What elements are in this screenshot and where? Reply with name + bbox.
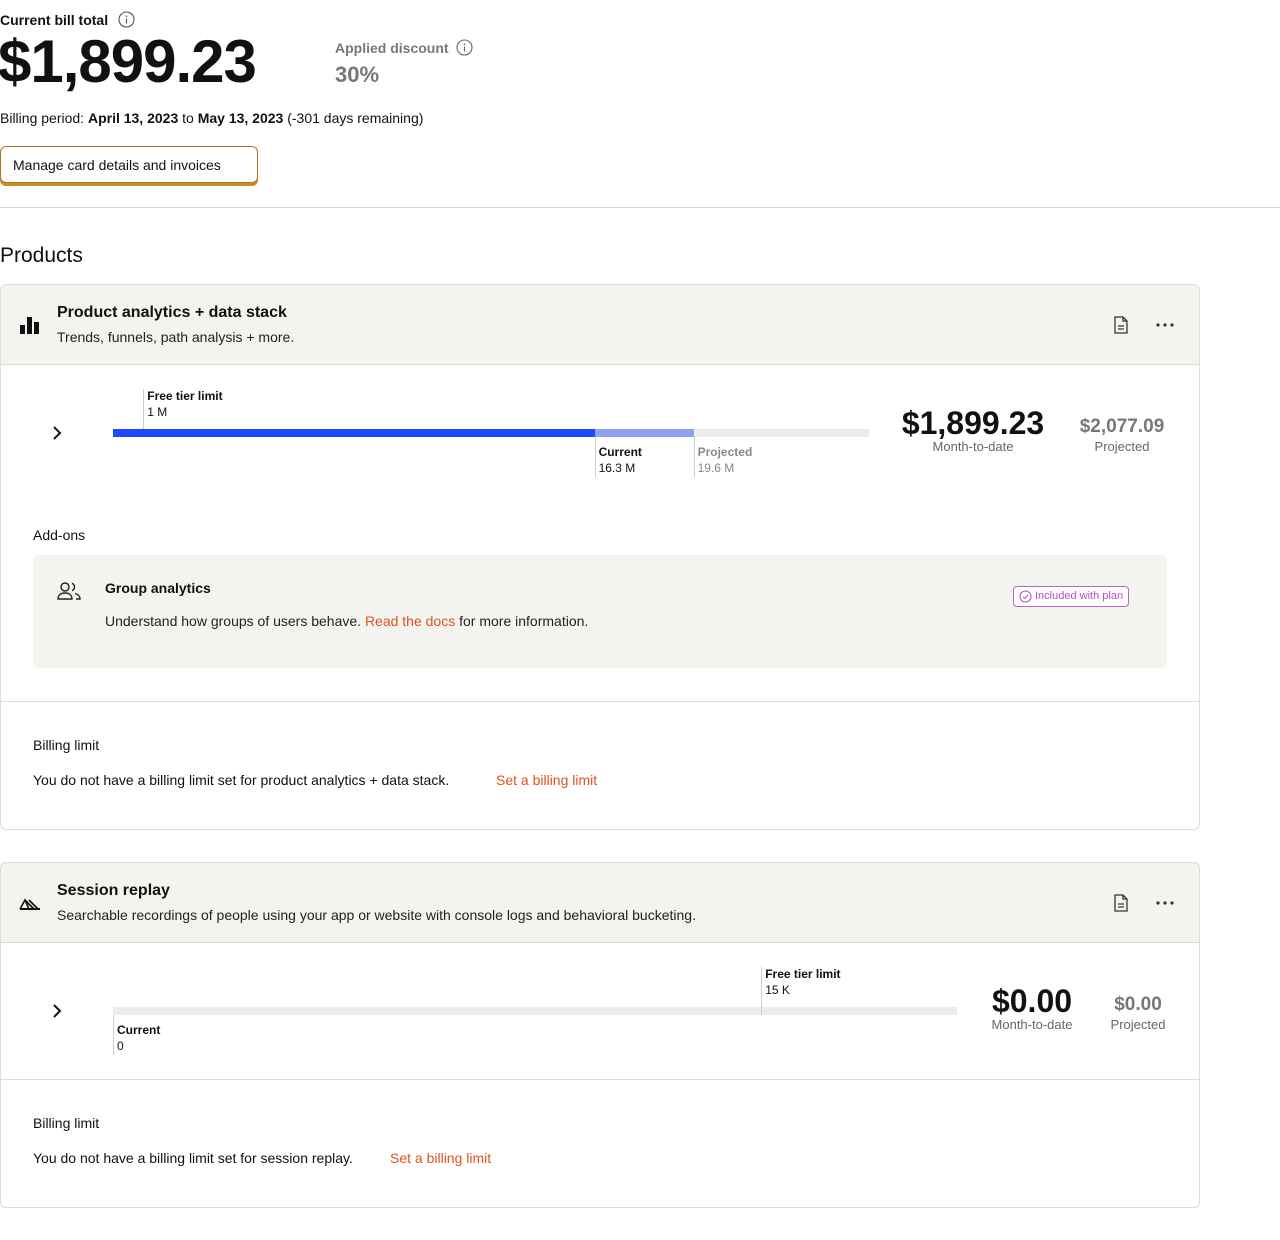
projected-title: Projected (697, 445, 753, 459)
current-value: 16.3 M (598, 461, 636, 475)
more-options-icon[interactable] (1152, 890, 1178, 916)
included-badge-text: Included with plan (1035, 590, 1124, 602)
free-tier-title: Free tier limit (147, 389, 223, 403)
billing-limit-text: You do not have a billing limit set for … (33, 772, 450, 788)
people-icon (57, 581, 81, 601)
free-tier-label: Free tier limit 1 M (147, 388, 222, 420)
month-to-date-label: Month-to-date (932, 439, 1014, 454)
month-to-date-amount: $1,899.23 (901, 405, 1045, 441)
product-header: Product analytics + data stack Trends, f… (1, 285, 1199, 365)
set-billing-limit-button[interactable]: Set a billing limit (496, 772, 597, 788)
billing-period-start: April 13, 2023 (87, 110, 179, 126)
replay-icon (19, 892, 41, 914)
invoice-doc-icon[interactable] (1108, 890, 1134, 916)
info-icon[interactable] (456, 39, 474, 56)
applied-discount-label: Applied discount (335, 40, 449, 56)
applied-discount-label-row: Applied discount (335, 39, 474, 56)
manage-card-button[interactable]: Manage card details and invoices (0, 146, 258, 183)
projected-label: Projected 19.6 M (698, 444, 753, 476)
current-value: 0 (117, 1039, 124, 1053)
free-tier-value: 15 K (765, 983, 790, 997)
included-badge: Included with plan (1013, 586, 1130, 607)
addon-title: Group analytics (105, 580, 211, 596)
projected-amount: $0.00 (1114, 994, 1162, 1015)
current-bill-label-row: Current bill total (0, 11, 135, 28)
billing-period: Billing period: April 13, 2023 to May 13… (0, 110, 423, 126)
applied-discount-value: 30% (335, 62, 380, 87)
addon-description: Understand how groups of users behave. R… (105, 613, 588, 629)
chevron-right-icon[interactable] (47, 1001, 67, 1021)
projected-amount-label: Projected (1094, 439, 1150, 454)
set-billing-limit-button[interactable]: Set a billing limit (390, 1150, 491, 1166)
check-circle-icon (1019, 590, 1032, 603)
product-description: Trends, funnels, path analysis + more. (57, 329, 295, 345)
billing-limit-title: Billing limit (33, 737, 100, 753)
billing-limit-title: Billing limit (33, 1115, 100, 1131)
more-options-icon[interactable] (1152, 312, 1178, 338)
projected-amount: $2,077.09 (1079, 416, 1165, 437)
divider (1, 701, 1199, 702)
product-description: Searchable recordings of people using yo… (57, 907, 696, 923)
chevron-right-icon[interactable] (47, 423, 67, 443)
free-tier-title: Free tier limit (765, 967, 841, 981)
billing-period-to: to (182, 110, 194, 126)
addon-desc-suffix: for more information. (459, 613, 589, 629)
billing-period-remaining: (-301 days remaining) (287, 110, 424, 126)
divider (1, 1079, 1199, 1080)
info-icon[interactable] (118, 11, 135, 28)
current-bill-label: Current bill total (0, 12, 109, 28)
billing-period-prefix: Billing period: (0, 110, 85, 126)
current-title: Current (598, 445, 642, 459)
billing-limit-text: You do not have a billing limit set for … (33, 1150, 353, 1166)
current-marker (594, 437, 596, 477)
bar-chart-icon (19, 314, 41, 336)
projected-amount-label: Projected (1110, 1017, 1166, 1032)
free-tier-value: 1 M (147, 405, 168, 419)
month-to-date-amount: $0.00 (991, 983, 1073, 1019)
read-docs-link[interactable]: Read the docs (365, 613, 455, 629)
current-marker (113, 1015, 114, 1055)
current-usage-fill (113, 429, 595, 437)
current-label: Current 0 (117, 1022, 160, 1054)
bill-summary: Current bill total $1,899.23 Applied dis… (0, 0, 1280, 208)
month-to-date-label: Month-to-date (991, 1017, 1073, 1032)
free-tier-label: Free tier limit 15 K (765, 966, 840, 998)
addon-desc-text: Understand how groups of users behave. (105, 613, 362, 629)
addons-heading: Add-ons (33, 527, 86, 543)
projected-marker (693, 437, 695, 477)
free-tier-marker (143, 389, 145, 429)
current-bill-amount: $1,899.23 (0, 28, 257, 95)
product-title: Product analytics + data stack (57, 304, 287, 321)
product-card-session-replay: Session replay Searchable recordings of … (0, 862, 1200, 1208)
usage-bar (113, 429, 869, 437)
billing-period-end: May 13, 2023 (197, 110, 284, 126)
product-title: Session replay (57, 882, 170, 899)
invoice-doc-icon[interactable] (1108, 312, 1134, 338)
current-title: Current (117, 1023, 161, 1037)
projected-value: 19.6 M (697, 461, 735, 475)
current-label: Current 16.3 M (599, 444, 642, 476)
addon-group-analytics: Group analytics Understand how groups of… (33, 555, 1167, 668)
product-card-analytics: Product analytics + data stack Trends, f… (0, 284, 1200, 830)
usage-bar (113, 1007, 957, 1015)
products-heading: Products (0, 244, 83, 267)
free-tier-marker (761, 967, 763, 1015)
product-header: Session replay Searchable recordings of … (1, 863, 1199, 943)
